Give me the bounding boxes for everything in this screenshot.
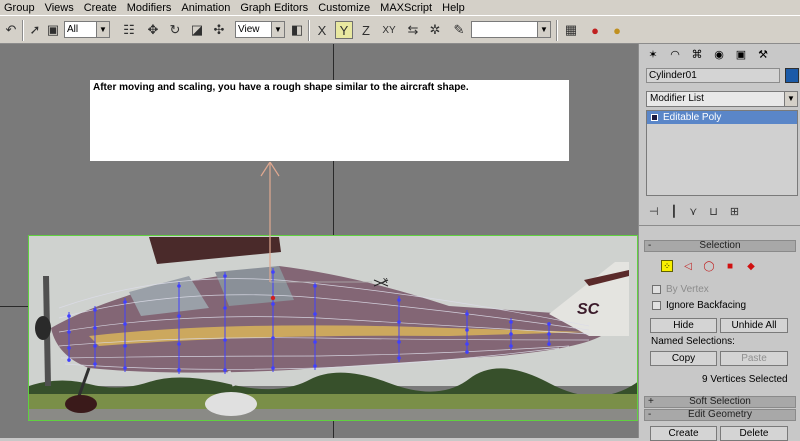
create-tab-icon[interactable]: ✶: [645, 46, 661, 62]
by-vertex-checkbox[interactable]: By Vertex: [652, 284, 709, 295]
select-by-name-icon[interactable]: ☷: [120, 21, 138, 39]
menu-views[interactable]: Views: [45, 2, 74, 14]
chevron-down-icon: ▼: [96, 22, 109, 37]
checkbox-box: [652, 285, 661, 294]
copy-button[interactable]: Copy: [650, 351, 717, 366]
constraint-y-button[interactable]: Y: [335, 21, 353, 39]
border-mode-icon[interactable]: ◯: [703, 260, 715, 272]
element-mode-icon[interactable]: ◆: [745, 260, 757, 272]
menu-graph-editors[interactable]: Graph Editors: [240, 2, 308, 14]
command-panel-tabs: ✶ ◠ ⌘ ◉ ▣ ⚒: [645, 46, 771, 64]
named-selections-label: Named Selections:: [651, 336, 735, 347]
object-name-field[interactable]: Cylinder01: [646, 68, 780, 83]
rotate-icon[interactable]: ↻: [166, 21, 184, 39]
remove-modifier-icon[interactable]: ⊔: [709, 205, 718, 218]
menu-customize[interactable]: Customize: [318, 2, 370, 14]
chevron-down-icon: ▼: [784, 92, 797, 106]
soft-selection-title: Soft Selection: [689, 396, 751, 407]
spinner-snap-icon[interactable]: ✎: [450, 21, 468, 39]
stack-item-label: Editable Poly: [663, 112, 722, 123]
edit-geometry-rollout-header[interactable]: - Edit Geometry: [644, 409, 796, 421]
edit-geometry-title: Edit Geometry: [688, 409, 752, 420]
scale-icon[interactable]: ◪: [188, 21, 206, 39]
by-vertex-label: By Vertex: [666, 284, 709, 295]
expand-icon[interactable]: [651, 114, 658, 121]
utilities-tab-icon[interactable]: ⚒: [755, 46, 771, 62]
transform-gizmo[interactable]: [250, 162, 400, 302]
selection-rollout-title: Selection: [699, 240, 741, 251]
chevron-down-icon: ▼: [271, 22, 284, 37]
modify-tab-icon[interactable]: ◠: [667, 46, 683, 62]
pivot-center-icon[interactable]: ◧: [288, 21, 306, 39]
ignore-backfacing-label: Ignore Backfacing: [666, 300, 747, 311]
menu-create[interactable]: Create: [84, 2, 117, 14]
named-selection-dropdown[interactable]: ▼: [471, 21, 551, 38]
constraint-x-button[interactable]: X: [313, 21, 331, 39]
configure-modifier-sets-icon[interactable]: ⊞: [730, 205, 739, 218]
object-color-swatch[interactable]: [785, 68, 799, 83]
menu-maxscript[interactable]: MAXScript: [380, 2, 432, 14]
constraint-xy-button[interactable]: XY: [380, 21, 398, 39]
display-tab-icon[interactable]: ▣: [733, 46, 749, 62]
main-toolbar: ↶ ➚ ▣ All ▼ ☷ ✥ ↻ ◪ ✣ View ▼ ◧ X Y Z XY …: [0, 15, 800, 44]
command-panel: ✶ ◠ ⌘ ◉ ▣ ⚒ Cylinder01 Modifier List ▼ E…: [638, 44, 800, 441]
create-button[interactable]: Create: [650, 426, 717, 441]
snap-icon[interactable]: ✲: [426, 21, 444, 39]
edge-mode-icon[interactable]: ◁: [682, 260, 694, 272]
selection-rollout-header[interactable]: - Selection: [644, 240, 796, 252]
unhide-all-button[interactable]: Unhide All: [720, 318, 788, 333]
make-unique-icon[interactable]: ⋎: [689, 205, 697, 218]
region-select-icon[interactable]: ▣: [44, 21, 62, 39]
undo-icon[interactable]: ↶: [2, 21, 20, 39]
menu-help[interactable]: Help: [442, 2, 465, 14]
subobject-level-icons: ⁘ ◁ ◯ ■ ◆: [661, 260, 757, 272]
reference-coord-value: View: [238, 24, 260, 35]
mirror-icon[interactable]: ⇆: [404, 21, 422, 39]
soft-selection-rollout-header[interactable]: + Soft Selection: [644, 396, 796, 408]
panel-divider: [639, 225, 800, 226]
select-manipulate-icon[interactable]: ✣: [210, 21, 228, 39]
menu-bar: Group Views Create Modifiers Animation G…: [0, 0, 800, 15]
expand-icon: +: [648, 396, 654, 407]
delete-button[interactable]: Delete: [720, 426, 788, 441]
tutorial-note: After moving and scaling, you have a rou…: [90, 80, 569, 161]
reference-coord-dropdown[interactable]: View ▼: [235, 21, 285, 38]
hide-button[interactable]: Hide: [650, 318, 717, 333]
constraint-z-button[interactable]: Z: [357, 21, 375, 39]
menu-group[interactable]: Group: [4, 2, 35, 14]
move-icon[interactable]: ✥: [144, 21, 162, 39]
paste-button[interactable]: Paste: [720, 351, 788, 366]
selection-filter-value: All: [67, 24, 79, 35]
checkbox-box: [652, 301, 661, 310]
motion-tab-icon[interactable]: ◉: [711, 46, 727, 62]
vertex-mode-icon[interactable]: ⁘: [661, 260, 673, 272]
collapse-icon: -: [648, 240, 652, 251]
hierarchy-tab-icon[interactable]: ⌘: [689, 46, 705, 62]
modifier-stack: Editable Poly: [646, 110, 798, 196]
toolbar-separator: [308, 20, 310, 41]
stack-item-editable-poly[interactable]: Editable Poly: [647, 111, 797, 124]
menu-modifiers[interactable]: Modifiers: [127, 2, 172, 14]
material-editor-icon[interactable]: ▦: [562, 21, 580, 39]
gizmo-x-label: x: [383, 275, 388, 285]
selection-status: 9 Vertices Selected: [702, 374, 788, 385]
modifier-list-dropdown[interactable]: Modifier List ▼: [646, 91, 798, 107]
ignore-backfacing-checkbox[interactable]: Ignore Backfacing: [652, 300, 746, 311]
left-viewport[interactable]: After moving and scaling, you have a rou…: [0, 44, 638, 438]
stack-tools: ⊣ ┃ ⋎ ⊔ ⊞: [649, 205, 739, 218]
select-object-icon[interactable]: ➚: [26, 21, 44, 39]
toolbar-separator: [22, 20, 24, 41]
show-end-result-icon[interactable]: ┃: [671, 205, 678, 218]
quick-render-icon[interactable]: ●: [608, 21, 626, 39]
selection-filter-dropdown[interactable]: All ▼: [64, 21, 110, 38]
pin-stack-icon[interactable]: ⊣: [649, 205, 659, 218]
chevron-down-icon: ▼: [537, 22, 550, 37]
toolbar-separator: [556, 20, 558, 41]
render-setup-icon[interactable]: ●: [586, 21, 604, 39]
modifier-list-label: Modifier List: [650, 93, 704, 104]
svg-text:SC: SC: [577, 301, 600, 318]
polygon-mode-icon[interactable]: ■: [724, 260, 736, 272]
collapse-icon: -: [648, 409, 652, 420]
menu-animation[interactable]: Animation: [181, 2, 230, 14]
